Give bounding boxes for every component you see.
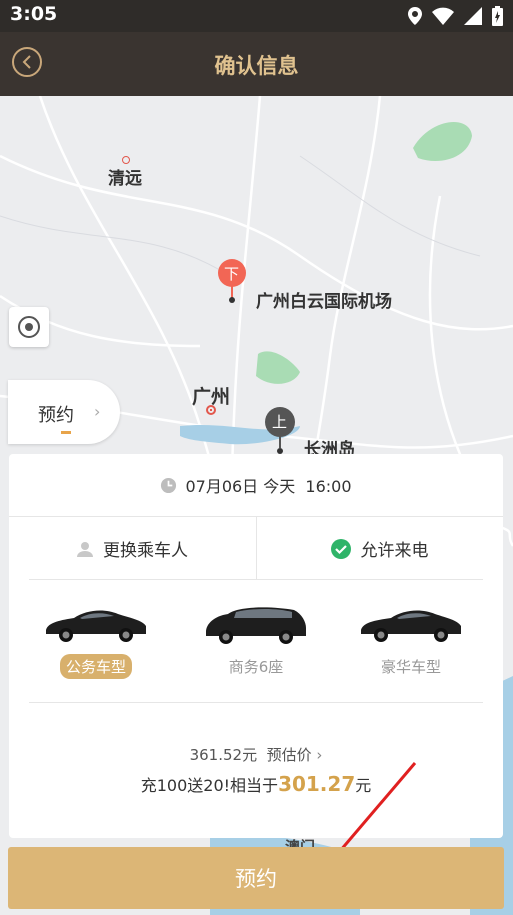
wifi-icon	[432, 7, 454, 25]
map-label-qingyuan: 清远	[108, 169, 142, 189]
change-passenger-label: 更换乘车人	[103, 541, 188, 561]
car-type-label: 商务6座	[228, 658, 284, 676]
promo-text: 充100送20!相当于301.27元	[9, 772, 503, 796]
city-dot-qingyuan	[122, 156, 130, 164]
booking-mode-pill[interactable]: 预约 ›	[8, 380, 120, 444]
options-row: 更换乘车人 允许来电	[9, 517, 503, 580]
dropoff-pin-label: 下	[224, 265, 240, 283]
title-bar: 确认信息	[0, 32, 513, 96]
car-type-luxury[interactable]: 豪华车型	[346, 604, 476, 679]
active-indicator	[61, 431, 71, 434]
car-type-business[interactable]: 商务6座	[191, 604, 321, 679]
locate-icon	[18, 316, 40, 338]
pickup-pin: 上	[264, 406, 296, 460]
signal-icon	[464, 7, 482, 25]
car-type-label: 公务车型	[59, 654, 132, 679]
pickup-pin-label: 上	[272, 413, 288, 431]
check-circle-icon	[330, 538, 351, 559]
locate-button[interactable]	[9, 307, 49, 347]
book-button[interactable]: 预约	[8, 847, 504, 909]
location-icon	[408, 7, 422, 25]
divider-line	[29, 702, 483, 703]
estimated-price[interactable]: 361.52元 预估价 ›	[9, 744, 503, 765]
luxury-car-icon	[361, 610, 461, 642]
map-label-airport: 广州白云国际机场	[256, 292, 392, 312]
allow-call-label: 允许来电	[360, 541, 429, 561]
chevron-right-icon: ›	[94, 402, 101, 421]
dropoff-pin: 下	[217, 258, 247, 308]
clock-icon	[161, 477, 177, 493]
promo-prefix: 充100送20!相当于	[140, 776, 279, 795]
car-type-official[interactable]: 公务车型	[31, 604, 161, 679]
page-title: 确认信息	[214, 54, 299, 78]
person-icon	[77, 541, 93, 557]
booking-card: 07月06日 今天 16:00 更换乘车人 允许来电 公务车型 商务6座 豪华车…	[9, 454, 503, 838]
status-bar: 3:05	[0, 0, 513, 32]
booking-mode-label: 预约	[38, 405, 74, 426]
status-time: 3:05	[10, 3, 58, 25]
estimated-price-text: 361.52元 预估价	[189, 746, 312, 764]
divider-line	[29, 579, 483, 580]
van-car-icon	[206, 607, 306, 644]
pickup-time-text: 07月06日 今天 16:00	[185, 477, 352, 496]
status-icons	[408, 6, 503, 26]
car-type-label: 豪华车型	[380, 658, 441, 676]
allow-call-toggle[interactable]: 允许来电	[256, 517, 503, 580]
sedan-car-icon	[46, 610, 146, 642]
battery-icon	[492, 6, 503, 26]
pickup-time-row[interactable]: 07月06日 今天 16:00	[9, 454, 503, 517]
change-passenger-button[interactable]: 更换乘车人	[9, 517, 256, 580]
city-dot-guangzhou	[206, 405, 216, 415]
